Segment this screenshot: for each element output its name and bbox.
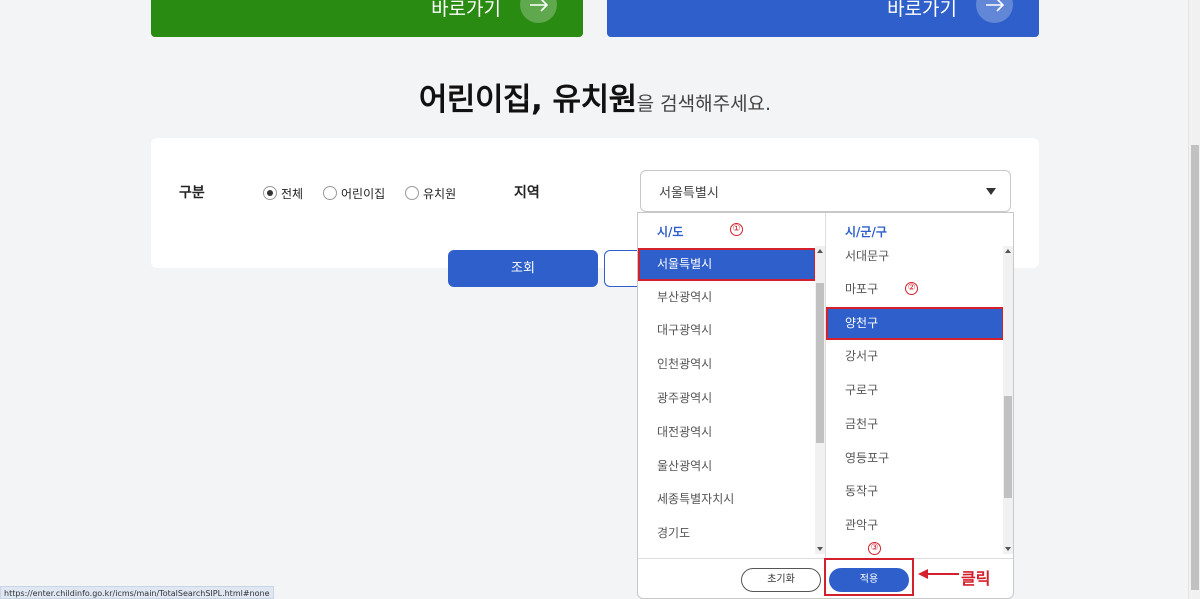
radio-label: 어린이집 [341,186,386,201]
region-select-value: 서울특별시 [659,186,719,201]
arrow-left-icon [918,569,959,579]
page-title-strong: 어린이집, 유치원 [418,82,637,118]
scrollbar-thumb[interactable] [816,283,824,443]
shortcut-card-right[interactable]: 바로가기 [607,0,1039,37]
province-scrollbar[interactable] [815,246,825,554]
scroll-down-icon [1005,547,1011,551]
shortcut-label: 바로가기 [887,0,957,20]
district-item[interactable]: 관악구 [826,509,1004,542]
province-item[interactable]: 경기도 [638,517,816,550]
radio-daycare[interactable]: 어린이집 [323,185,385,201]
radio-label: 유치원 [423,186,457,201]
shortcut-card-left[interactable]: 바로가기 [151,0,583,37]
radio-kindergarten[interactable]: 유치원 [405,185,456,201]
province-item[interactable]: 대전광역시 [638,416,816,449]
page-title-rest: 을 검색해주세요. [636,93,772,115]
province-item[interactable]: 인천광역시 [638,348,816,381]
page: 바로가기 바로가기 어린이집, 유치원을 검색해주세요. 구분 전체 어린이집 … [0,0,1200,599]
page-title: 어린이집, 유치원을 검색해주세요. [0,74,1190,119]
apply-highlight-box [824,558,914,596]
step-marker-2: ② [905,282,918,295]
district-item[interactable]: 영등포구 [826,442,1004,475]
click-annotation: 클릭 [961,569,991,588]
district-item-selected[interactable]: 양천구 [826,307,1004,340]
province-header: 시/도 [657,225,684,239]
province-item[interactable]: 대구광역시 [638,314,816,347]
region-label: 지역 [514,185,540,201]
radio-label: 전체 [281,186,304,201]
shortcut-label: 바로가기 [431,0,501,20]
type-label: 구분 [179,185,205,201]
status-bar-url: https://enter.childinfo.go.kr/icms/main/… [0,586,274,599]
district-item[interactable]: 금천구 [826,408,1004,441]
step-marker-3: ③ [868,542,881,555]
radio-circle [323,186,337,200]
region-select[interactable]: 서울특별시 [640,170,1011,212]
district-scrollbar[interactable] [1003,246,1013,554]
radio-circle-checked [263,186,277,200]
chevron-down-icon [986,188,996,195]
province-item-selected[interactable]: 서울특별시 [638,248,816,281]
scroll-down-icon [817,547,823,551]
province-item[interactable]: 울산광역시 [638,450,816,483]
arrow-right-icon [976,0,1013,23]
search-button[interactable]: 조회 [448,250,598,287]
district-item[interactable]: 서대문구 [826,240,1004,273]
page-scrollbar-thumb[interactable] [1191,145,1199,590]
radio-circle [405,186,419,200]
district-item[interactable]: 동작구 [826,475,1004,508]
dropdown-reset-button[interactable]: 초기화 [741,568,821,592]
province-item[interactable]: 광주광역시 [638,382,816,415]
district-header: 시/군/구 [845,225,887,239]
scroll-up-icon [1005,249,1011,253]
scrollbar-thumb[interactable] [1004,396,1012,498]
district-item[interactable]: 강서구 [826,340,1004,373]
province-item[interactable]: 세종특별자치시 [638,483,816,516]
district-column: 시/군/구 서대문구 마포구 양천구 강서구 구로구 금천구 영등포구 동작구 … [826,213,1014,558]
radio-all[interactable]: 전체 [263,185,303,201]
arrow-right-icon [520,0,557,23]
page-scrollbar[interactable] [1188,0,1200,599]
region-dropdown: 시/도 서울특별시 부산광역시 대구광역시 인천광역시 광주광역시 대전광역시 … [637,212,1014,599]
scroll-up-icon [817,249,823,253]
step-marker-1: ① [730,223,743,236]
district-item[interactable]: 구로구 [826,374,1004,407]
province-column: 시/도 서울특별시 부산광역시 대구광역시 인천광역시 광주광역시 대전광역시 … [638,213,826,558]
province-item[interactable]: 부산광역시 [638,281,816,314]
